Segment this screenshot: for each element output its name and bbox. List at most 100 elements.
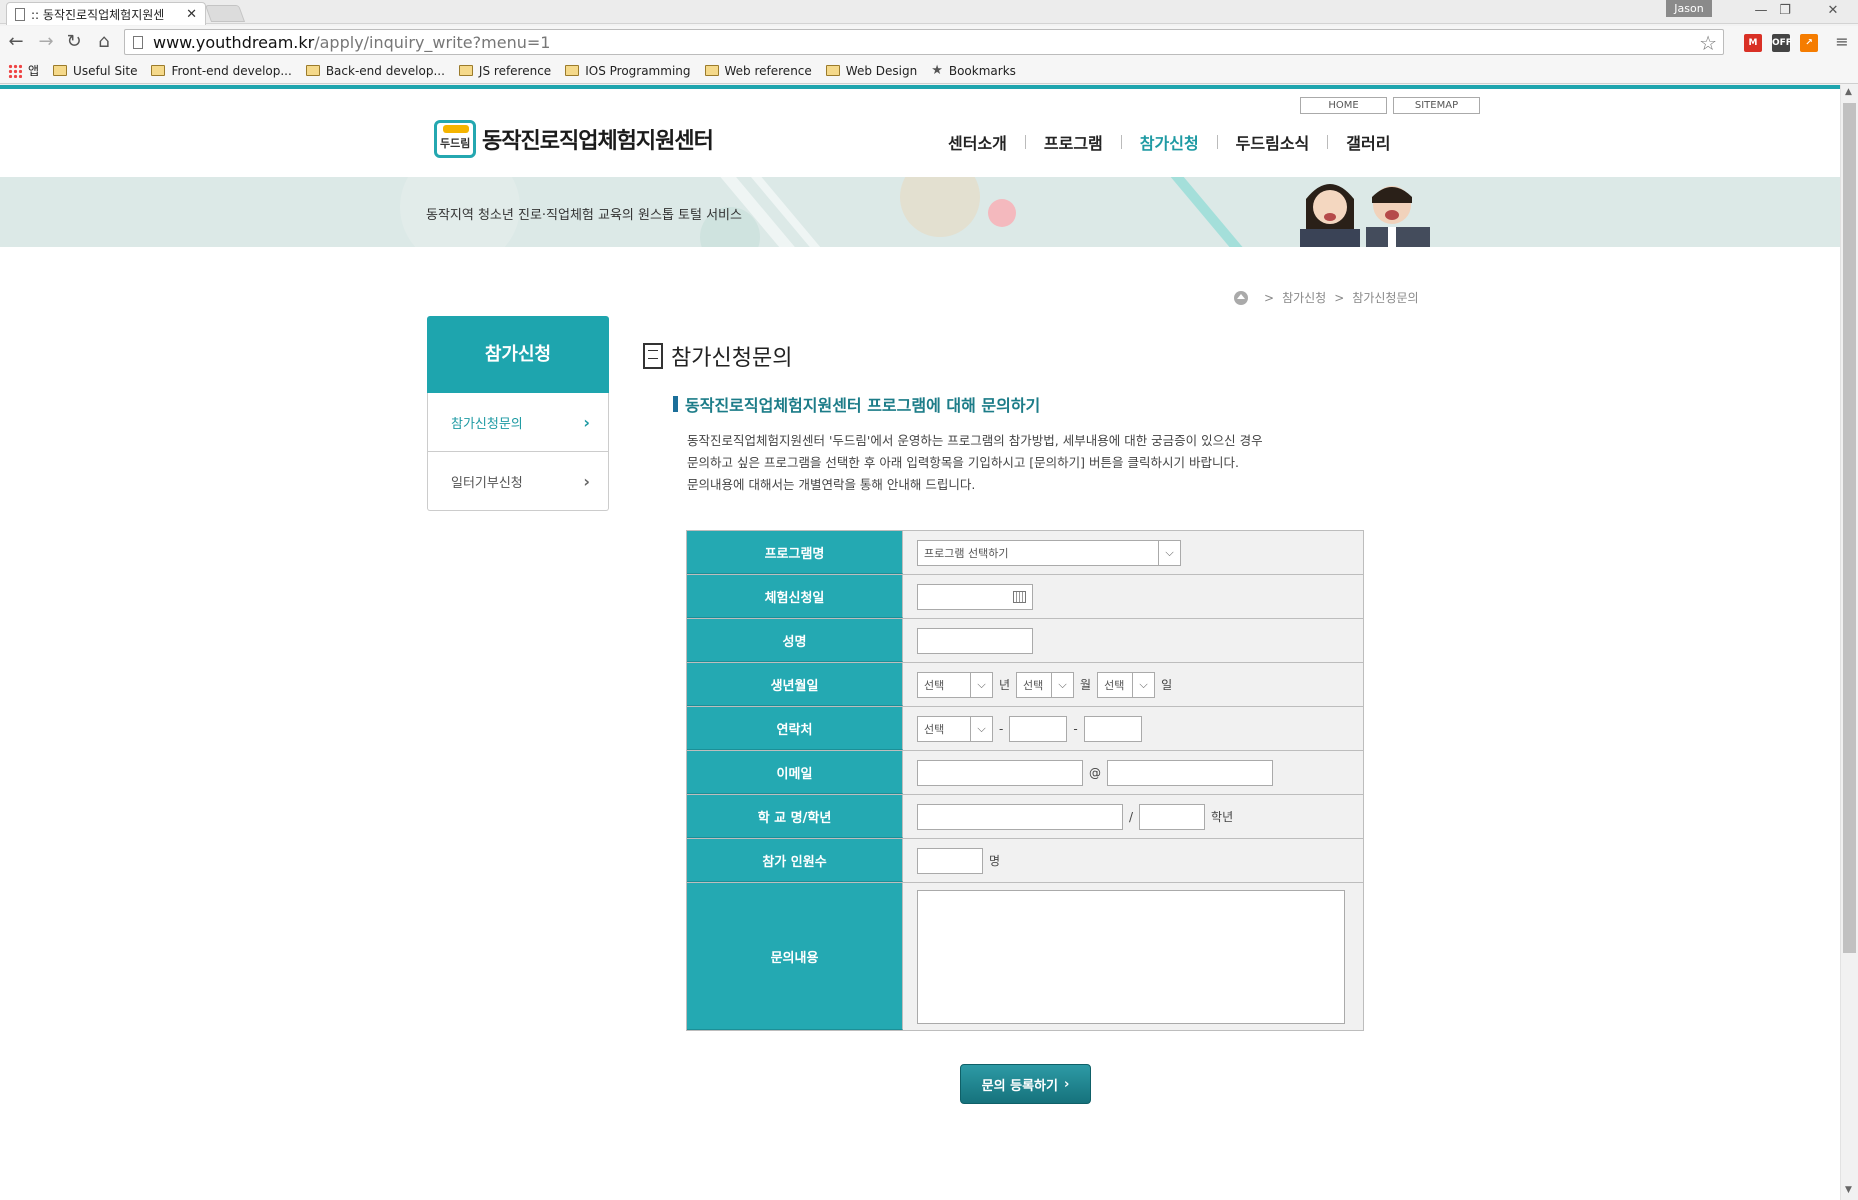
global-nav: 센터소개 프로그램 참가신청 두드림소식 갤러리: [930, 130, 1408, 154]
bookmark-star-icon[interactable]: ☆: [1699, 31, 1717, 55]
breadcrumb-home-icon[interactable]: [1234, 290, 1248, 305]
submit-inquiry-button[interactable]: 문의 등록하기 ›: [960, 1064, 1091, 1104]
folder-icon: [565, 65, 580, 76]
bookmark-label: Back-end develop...: [325, 63, 445, 78]
chevron-right-icon: ›: [583, 412, 590, 432]
page-icon: [15, 7, 25, 21]
browser-tab[interactable]: :: 동작진로직업체험지원센 ✕: [6, 2, 206, 25]
bookmark-item[interactable]: Web reference: [704, 63, 812, 78]
bookmark-item[interactable]: ★ Bookmarks: [931, 63, 1016, 78]
scroll-thumb[interactable]: [1843, 103, 1856, 953]
scroll-up-icon[interactable]: ▲: [1845, 87, 1852, 97]
phone-middle-input[interactable]: [1009, 715, 1068, 742]
birth-year-select[interactable]: 선택 ⌵: [917, 671, 993, 698]
form-row-phone: 연락처 선택 ⌵ - -: [687, 707, 1363, 751]
name-input[interactable]: [917, 627, 1033, 654]
phone-last-input[interactable]: [1083, 715, 1142, 742]
back-icon[interactable]: ←: [4, 30, 28, 54]
analytics-extension-icon[interactable]: ↗: [1800, 34, 1818, 52]
new-tab-button[interactable]: [204, 5, 246, 22]
description: 동작진로직업체험지원센터 '두드림'에서 운영하는 프로그램의 참가방법, 세부…: [687, 430, 1263, 496]
tab-title: :: 동작진로직업체험지원센: [31, 7, 165, 22]
date-input[interactable]: [917, 583, 1033, 610]
bookmark-item[interactable]: IOS Programming: [565, 64, 691, 78]
form-row-program: 프로그램명 프로그램 선택하기 ⌵: [687, 531, 1363, 575]
select-value: 선택: [924, 722, 945, 736]
home-nav-icon[interactable]: ⌂: [92, 30, 116, 54]
label-school: 학 교 명/학년: [687, 795, 903, 838]
program-select[interactable]: 프로그램 선택하기 ⌵: [917, 539, 1181, 566]
participant-count-input[interactable]: [917, 847, 983, 874]
email-id-input[interactable]: [917, 759, 1083, 786]
banner: 동작지역 청소년 진로·직업체험 교육의 원스톱 토털 서비스: [0, 177, 1840, 247]
reload-icon[interactable]: ↻: [62, 30, 86, 54]
gnb-item[interactable]: 센터소개: [930, 130, 1025, 154]
sitemap-link[interactable]: SITEMAP: [1393, 97, 1480, 114]
gmail-icon[interactable]: M: [1744, 34, 1762, 52]
bookmark-label: Front-end develop...: [171, 63, 292, 78]
gnb-item[interactable]: 갤러리: [1328, 130, 1408, 154]
page-scrollbar[interactable]: ▲ ▼: [1840, 85, 1858, 1200]
bookmark-item[interactable]: 앱: [0, 62, 39, 79]
menu-icon[interactable]: ≡: [1830, 30, 1854, 54]
label-birth: 생년월일: [687, 663, 903, 706]
form-row-name: 성명: [687, 619, 1363, 663]
folder-icon: [704, 65, 719, 76]
chevron-down-icon: ⌵: [1132, 672, 1154, 697]
bookmark-item[interactable]: Web Design: [825, 63, 918, 78]
window-close-icon[interactable]: ✕: [1818, 2, 1848, 20]
document-icon: [643, 343, 663, 369]
select-value: 선택: [1023, 678, 1044, 692]
gnb-item[interactable]: 두드림소식: [1218, 130, 1328, 154]
folder-icon: [53, 65, 68, 76]
bookmark-item[interactable]: Front-end develop...: [151, 63, 292, 78]
gnb-item[interactable]: 참가신청: [1122, 130, 1217, 154]
profile-badge[interactable]: Jason: [1666, 0, 1712, 17]
url-host: www.youthdream.kr: [153, 32, 315, 52]
section-heading: 동작진로직업체험지원센터 프로그램에 대해 문의하기: [673, 392, 1040, 416]
chevron-right-icon: ›: [583, 471, 590, 491]
breadcrumb-item[interactable]: 참가신청문의: [1352, 289, 1418, 306]
calendar-icon[interactable]: [1013, 590, 1026, 603]
home-link[interactable]: HOME: [1300, 97, 1387, 114]
folder-icon: [305, 65, 320, 76]
chevron-down-icon: ⌵: [1158, 540, 1180, 565]
folder-icon: [458, 65, 473, 76]
banner-tagline: 동작지역 청소년 진로·직업체험 교육의 원스톱 토털 서비스: [426, 208, 742, 223]
phone-prefix-select[interactable]: 선택 ⌵: [917, 715, 993, 742]
school-input[interactable]: [917, 803, 1123, 830]
apps-icon: [8, 63, 22, 78]
bookmark-label: Web reference: [724, 63, 812, 78]
tab-close-icon[interactable]: ✕: [186, 7, 197, 22]
scroll-down-icon[interactable]: ▼: [1845, 1185, 1852, 1195]
inquiry-content-textarea[interactable]: [917, 889, 1345, 1024]
description-line: 동작진로직업체험지원센터 '두드림'에서 운영하는 프로그램의 참가방법, 세부…: [687, 433, 1263, 448]
form-row-date: 체험신청일: [687, 575, 1363, 619]
logo-text: 동작진로직업체험지원센터: [482, 129, 714, 154]
count-unit: 명: [989, 854, 1001, 868]
forward-icon[interactable]: →: [34, 30, 58, 54]
address-bar[interactable]: www.youthdream.kr/apply/inquiry_write?me…: [124, 29, 1724, 55]
logo-mark-text: 두드림: [440, 137, 471, 150]
email-domain-input[interactable]: [1107, 759, 1273, 786]
bookmark-item[interactable]: Useful Site: [53, 64, 137, 78]
bookmark-item[interactable]: JS reference: [458, 64, 551, 78]
bookmark-label: 앱: [28, 64, 40, 78]
side-nav-item-inquiry[interactable]: 참가신청문의 ›: [427, 393, 609, 452]
bookmark-label: Web Design: [845, 63, 918, 78]
restore-icon[interactable]: ❐: [1770, 2, 1800, 20]
grade-input[interactable]: [1139, 803, 1206, 830]
birth-day-select[interactable]: 선택 ⌵: [1097, 671, 1156, 698]
off-extension-icon[interactable]: OFF: [1772, 34, 1792, 52]
phone-separator: -: [1073, 721, 1078, 736]
site-logo[interactable]: 두드림 동작진로직업체험지원센터: [434, 120, 714, 158]
side-nav-item-workplace-donation[interactable]: 일터기부신청 ›: [427, 452, 609, 511]
label-date: 체험신청일: [687, 575, 903, 618]
gnb-item[interactable]: 프로그램: [1026, 130, 1121, 154]
breadcrumb-item[interactable]: 참가신청: [1282, 289, 1326, 306]
star-icon: ★: [931, 63, 943, 78]
side-nav-title: 참가신청: [427, 316, 609, 393]
bookmark-item[interactable]: Back-end develop...: [305, 63, 445, 78]
program-select-value: 프로그램 선택하기: [924, 546, 1009, 560]
birth-month-select[interactable]: 선택 ⌵: [1016, 671, 1075, 698]
